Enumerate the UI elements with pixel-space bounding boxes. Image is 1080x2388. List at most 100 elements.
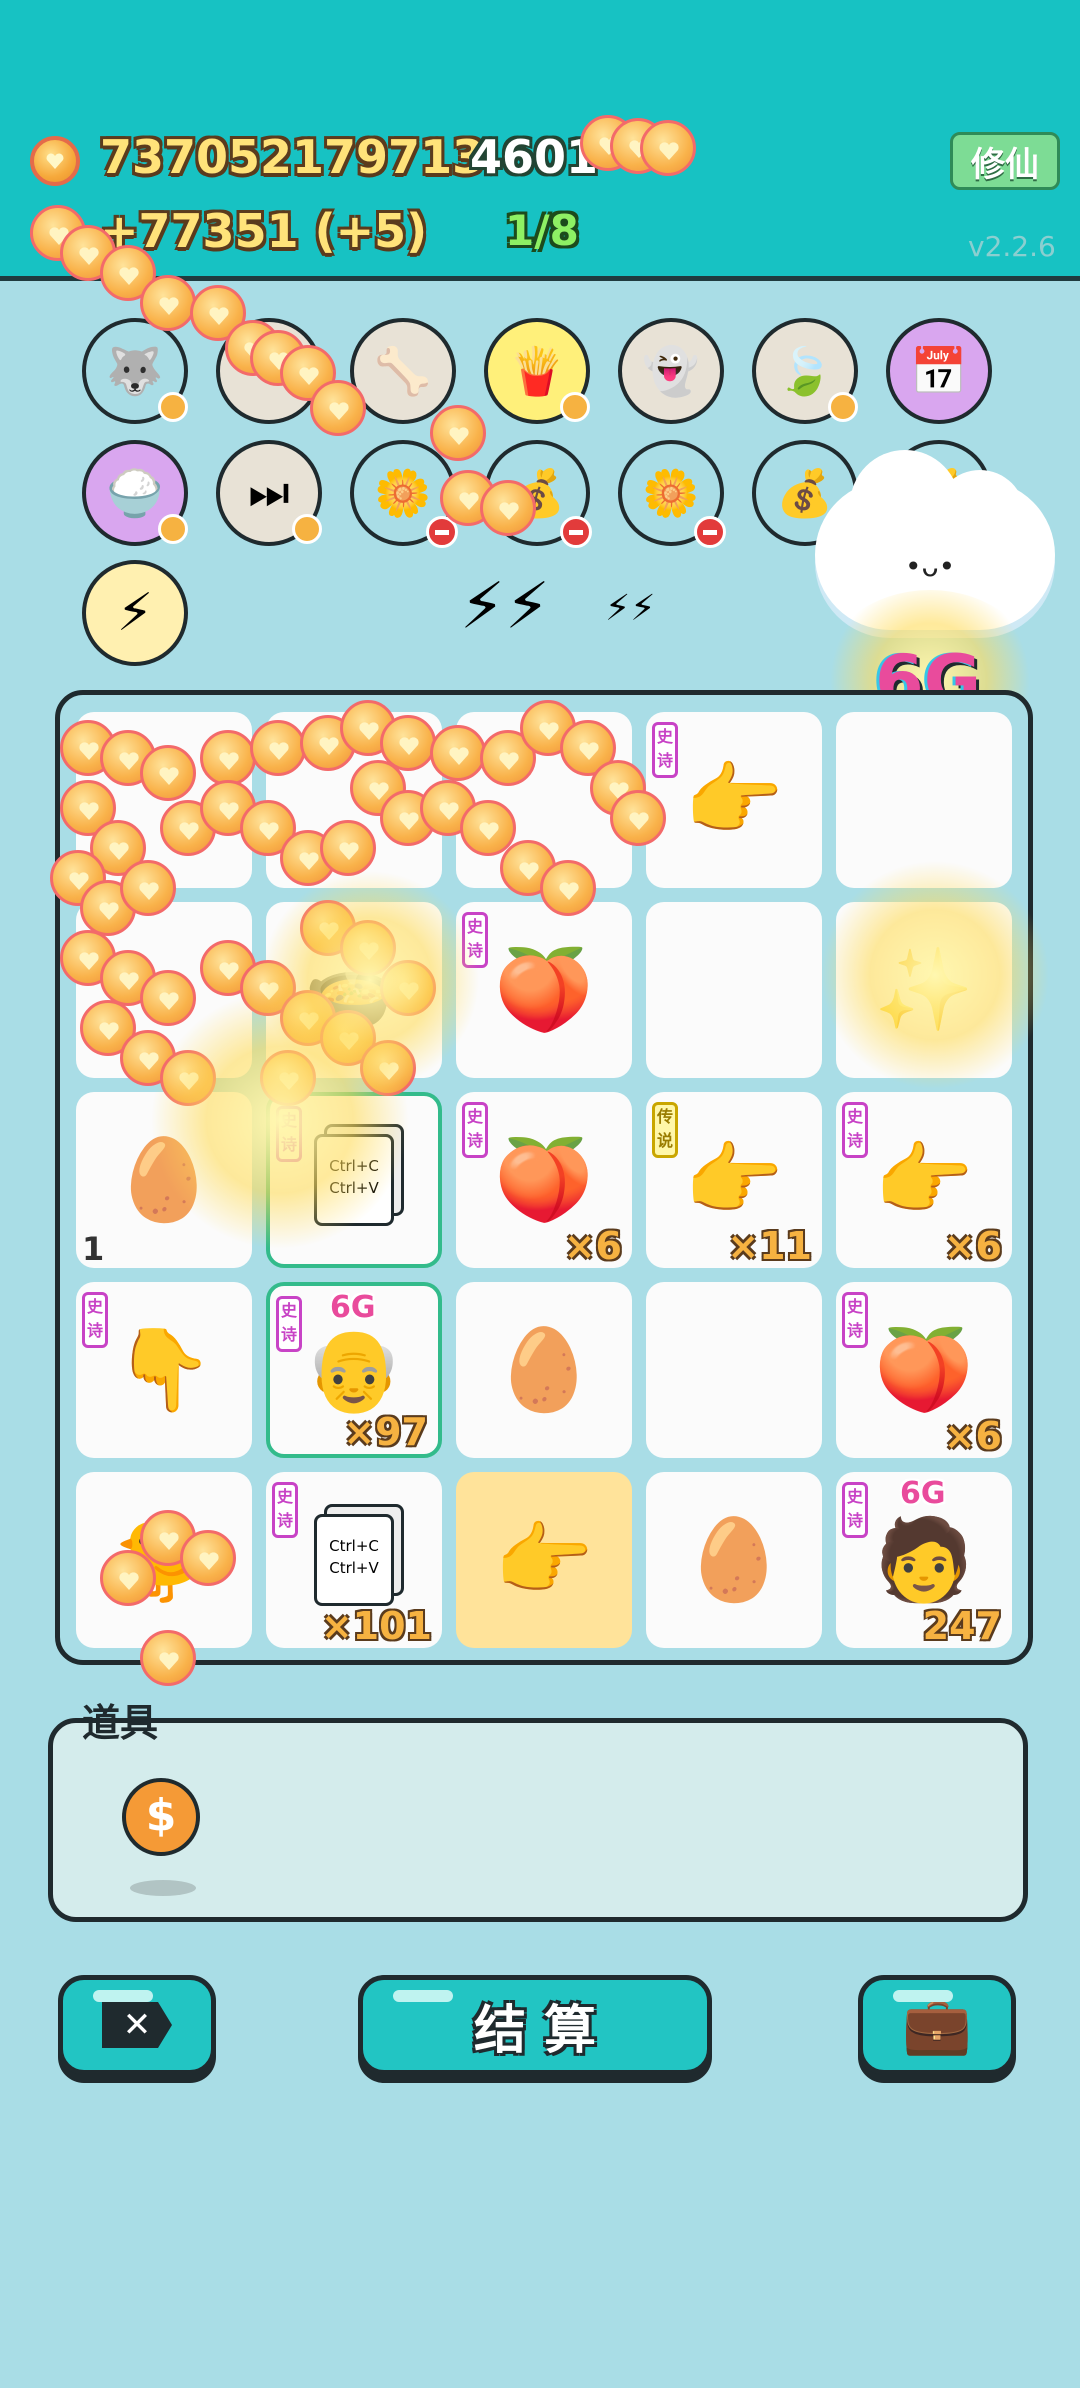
board-cell[interactable]: Ctrl+C Ctrl+V 史诗 ×101 <box>266 1472 442 1648</box>
relic-slot[interactable]: 🍚 <box>82 440 188 546</box>
floating-coin-icon <box>320 820 376 876</box>
tag-6g: 6G <box>900 1476 946 1511</box>
floating-coin-icon <box>250 720 306 776</box>
coin-rate: +77351 (+5) <box>100 204 428 258</box>
copy-paste-icon: Ctrl+C Ctrl+V <box>314 1514 394 1606</box>
relic-slot[interactable]: ⏭ <box>216 440 322 546</box>
heart-badge-icon <box>828 392 858 422</box>
copy-label: Ctrl+C <box>329 1537 379 1555</box>
board-cell[interactable]: 👉 传说 ×11 <box>646 1092 822 1268</box>
rice-bowl-icon: 🍚 <box>106 465 164 520</box>
relic-slot[interactable]: 🌼 <box>618 440 726 548</box>
board-cell[interactable]: 🍑 史诗 ×6 <box>456 1092 632 1268</box>
board-cell[interactable]: 🍑史诗 <box>456 902 632 1078</box>
sparkle-glow <box>820 860 1050 1090</box>
rarity-tag: 史诗 <box>842 1102 868 1158</box>
floating-coin-icon <box>140 275 196 331</box>
floating-coin-icon <box>640 120 696 176</box>
floating-coin-icon <box>140 970 196 1026</box>
relic-slot[interactable]: 🍟 <box>484 318 590 424</box>
coin-icon <box>30 136 80 186</box>
lightning-relic[interactable]: ⚡ <box>82 560 188 666</box>
relic-slot[interactable]: 🍃 <box>752 318 858 424</box>
pointing-hand-icon: 👉 <box>874 1133 974 1226</box>
board-cell[interactable]: 👴 史诗 6G ×97 <box>266 1282 442 1458</box>
heart-badge-icon <box>560 392 590 422</box>
score-value: 4601 <box>470 130 599 184</box>
sparkle-glow <box>150 990 410 1250</box>
pointing-hand-icon: 👉 <box>684 753 784 846</box>
heart-badge-icon <box>292 514 322 544</box>
coin-total: 737052179713 <box>100 130 485 184</box>
old-man-face-icon: 👴 <box>304 1323 404 1416</box>
small-lightning-icon: ⚡⚡ <box>605 588 656 629</box>
board-cell[interactable] <box>646 1282 822 1458</box>
double-lightning-icon: ⚡⚡ <box>460 570 550 644</box>
cloud-face: •ᴗ• <box>905 550 956 583</box>
settle-button[interactable]: 结 算 <box>358 1975 712 2075</box>
floating-coin-icon <box>200 730 256 786</box>
floating-coin-icon <box>540 860 596 916</box>
item-count: ×97 <box>343 1410 428 1454</box>
board-cell[interactable]: 👉 史诗 ×6 <box>836 1092 1012 1268</box>
board-cell[interactable]: 🥚 <box>456 1282 632 1458</box>
inventory-button[interactable]: 💼 <box>858 1975 1016 2075</box>
remove-icon[interactable] <box>560 516 592 548</box>
egg-icon: 🥚 <box>494 1323 594 1416</box>
golden-hand-icon: 👉 <box>494 1513 594 1606</box>
board-cell[interactable]: 🧑 史诗 6G 247 <box>836 1472 1012 1648</box>
floating-coin-icon <box>140 1630 196 1686</box>
relic-slot[interactable]: 🐺 <box>82 318 188 424</box>
item-count: ×6 <box>943 1414 1002 1458</box>
item-count: ×6 <box>563 1224 622 1268</box>
floating-coin-icon <box>140 745 196 801</box>
floating-coin-icon <box>480 480 536 536</box>
board-cell[interactable] <box>646 902 822 1078</box>
golden-hand-icon: 👉 <box>684 1133 784 1226</box>
floating-coin-icon <box>610 790 666 846</box>
board-cell[interactable]: 👇 史诗 <box>76 1282 252 1458</box>
cultivation-mode-button[interactable]: 修仙 <box>950 132 1060 190</box>
version-label: v2.2.6 <box>968 230 1056 263</box>
floating-coin-icon <box>430 405 486 461</box>
floating-coin-icon <box>100 1550 156 1606</box>
peach-icon: 🍑 <box>494 943 594 1036</box>
fries-icon: 🍟 <box>508 343 566 398</box>
relic-slot[interactable]: 👻 <box>618 318 724 424</box>
item-count: ×101 <box>320 1604 432 1648</box>
skip-icon: ⏭ <box>248 465 290 519</box>
relic-slot[interactable]: 📅 <box>886 318 992 424</box>
cloud-puff <box>935 470 1025 560</box>
rarity-tag: 史诗 <box>462 1102 488 1158</box>
board-cell[interactable]: 🍑 史诗 ×6 <box>836 1282 1012 1458</box>
peach-icon: 🍑 <box>494 1133 594 1226</box>
dollar-coin-item-icon[interactable]: $ <box>122 1778 200 1856</box>
heart-badge-icon <box>158 514 188 544</box>
close-tag-icon: ✕ <box>102 2002 172 2048</box>
lightning-icon: ⚡ <box>116 583 154 643</box>
rarity-tag: 传说 <box>652 1102 678 1158</box>
item-count: ×6 <box>943 1224 1002 1268</box>
dog-bowl-icon: 🦴 <box>374 343 432 398</box>
board-cell[interactable]: 👉 <box>456 1472 632 1648</box>
rarity-tag: 史诗 <box>652 722 678 778</box>
sack-icon: 💰 <box>776 465 834 520</box>
floating-coin-icon <box>310 380 366 436</box>
leaf-icon: 🍃 <box>776 343 834 398</box>
rarity-tag: 史诗 <box>272 1482 298 1538</box>
item-count: ×11 <box>727 1224 812 1268</box>
floating-coin-icon <box>120 860 176 916</box>
rarity-tag: 史诗 <box>842 1482 868 1538</box>
rarity-tag: 史诗 <box>276 1296 302 1352</box>
rarity-tag: 史诗 <box>842 1292 868 1348</box>
exit-button[interactable]: ✕ <box>58 1975 216 2075</box>
items-label: 道具 <box>82 1701 159 1745</box>
board-cell[interactable]: 👉 史诗 <box>646 712 822 888</box>
board-cell[interactable]: 🥚 <box>646 1472 822 1648</box>
flower-pot-icon: 🌼 <box>374 465 432 520</box>
lady-face-icon: 🧑 <box>874 1513 974 1606</box>
peach-icon: 🍑 <box>874 1323 974 1416</box>
floating-coin-icon <box>180 1530 236 1586</box>
heart-badge-icon <box>158 392 188 422</box>
remove-icon[interactable] <box>694 516 726 548</box>
